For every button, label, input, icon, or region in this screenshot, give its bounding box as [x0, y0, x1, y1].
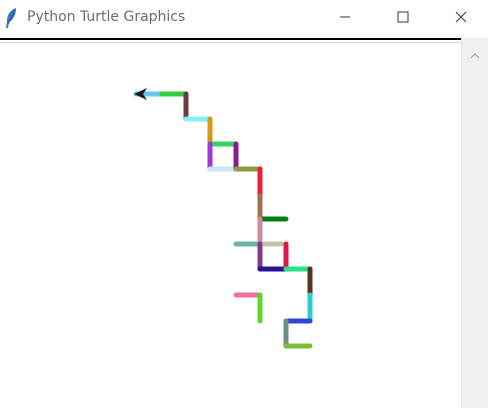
turtle-window: Python Turtle Graphics	[0, 0, 488, 408]
title-bar[interactable]: Python Turtle Graphics	[0, 0, 488, 37]
minimize-icon	[339, 10, 351, 28]
turtle-canvas[interactable]	[0, 43, 461, 408]
window-title: Python Turtle Graphics	[27, 9, 186, 25]
maximize-icon	[397, 10, 409, 28]
feather-icon	[4, 7, 18, 29]
close-icon	[455, 10, 467, 28]
minimize-button[interactable]	[322, 0, 368, 37]
close-button[interactable]	[438, 0, 484, 37]
turtle-drawing	[133, 88, 313, 349]
scroll-up-arrow-icon[interactable]	[470, 46, 480, 64]
maximize-button[interactable]	[380, 0, 426, 37]
vertical-scrollbar[interactable]	[461, 38, 488, 408]
